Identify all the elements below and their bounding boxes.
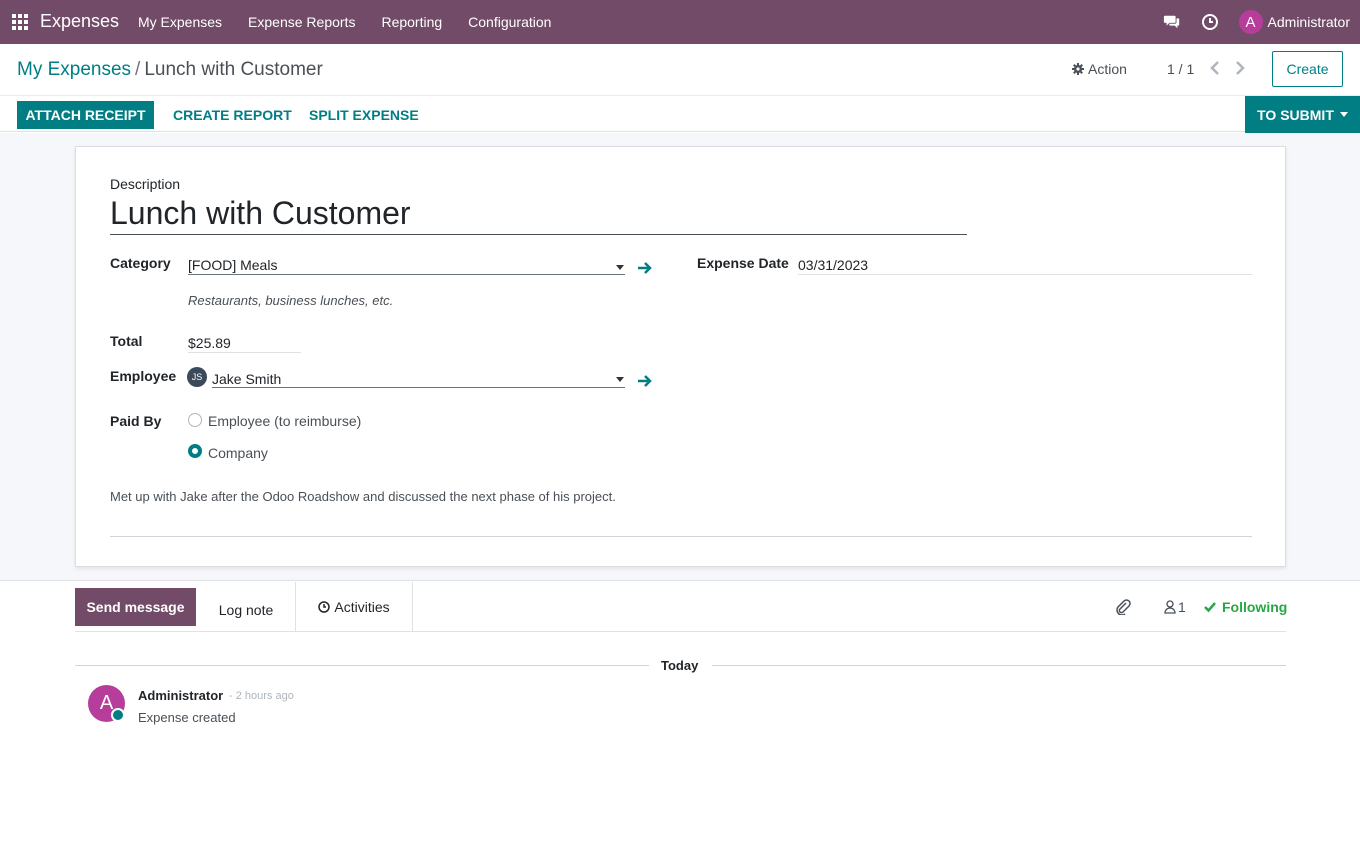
employee-label: Employee (110, 368, 177, 384)
create-report-button[interactable]: CREATE REPORT (173, 101, 292, 129)
followers-button[interactable]: 1 (1164, 599, 1186, 615)
paperclip-icon[interactable] (1115, 599, 1131, 615)
category-field[interactable] (188, 274, 625, 275)
menu-reporting[interactable]: Reporting (381, 14, 442, 30)
caret-down-icon (1339, 112, 1348, 117)
separator-line-right (712, 665, 1286, 666)
check-icon (1204, 602, 1216, 613)
online-status-dot (111, 708, 125, 722)
followers-count: 1 (1178, 599, 1186, 615)
status-label: TO SUBMIT (1257, 106, 1334, 123)
employee-avatar: JS (187, 367, 207, 387)
top-navbar: Expenses My Expenses Expense Reports Rep… (0, 0, 1360, 44)
user-avatar[interactable]: A (1238, 10, 1263, 34)
breadcrumb-separator: / (135, 59, 141, 80)
category-value[interactable]: [FOOD] Meals (188, 257, 277, 273)
employee-dropdown-caret[interactable] (616, 377, 624, 382)
menu-expense-reports[interactable]: Expense Reports (248, 14, 355, 30)
menu-my-expenses[interactable]: My Expenses (138, 14, 222, 30)
category-open-arrow-icon[interactable] (637, 260, 653, 276)
status-bar: ATTACH RECEIPT CREATE REPORT SPLIT EXPEN… (0, 95, 1360, 133)
date-separator: Today (75, 656, 1286, 676)
total-field[interactable] (188, 352, 301, 353)
expense-date-field[interactable] (798, 274, 1252, 275)
pager-value[interactable]: 1 / 1 (1167, 61, 1194, 77)
message-author[interactable]: Administrator (138, 688, 223, 703)
total-value[interactable]: $25.89 (188, 335, 231, 351)
description-label: Description (110, 176, 181, 192)
category-help-text: Restaurants, business lunches, etc. (188, 293, 394, 308)
chatter-toolbar: Send message Log note Activities 1 Follo… (75, 582, 1287, 632)
activities-label: Activities (334, 599, 390, 615)
following-button[interactable]: Following (1204, 599, 1287, 615)
apps-menu-icon[interactable] (12, 14, 28, 30)
message-timestamp: - 2 hours ago (229, 690, 294, 702)
person-icon (1164, 600, 1176, 614)
send-message-button[interactable]: Send message (75, 588, 196, 626)
form-background: Description Lunch with Customer Category… (0, 133, 1360, 581)
user-menu[interactable]: Administrator (1268, 14, 1350, 30)
total-label: Total (110, 333, 143, 349)
paid-by-label: Paid By (110, 413, 162, 429)
chat-icon[interactable] (1163, 13, 1181, 31)
employee-value[interactable]: Jake Smith (212, 371, 281, 387)
category-label: Category (110, 255, 171, 271)
breadcrumb: My Expenses / Lunch with Customer (17, 59, 323, 81)
action-label: Action (1088, 61, 1127, 77)
navbar-right: A Administrator (1163, 0, 1360, 44)
split-expense-button[interactable]: SPLIT EXPENSE (309, 101, 419, 129)
clock-icon[interactable] (1201, 13, 1219, 31)
separator-line-left (75, 665, 649, 666)
paid-by-employee-radio[interactable] (188, 413, 202, 427)
message-body: Expense created (138, 710, 236, 725)
create-button[interactable]: Create (1272, 51, 1343, 87)
activities-button[interactable]: Activities (295, 582, 413, 632)
chevron-left-icon[interactable] (1208, 60, 1222, 76)
status-dropdown-button[interactable]: TO SUBMIT (1245, 96, 1360, 133)
description-input[interactable]: Lunch with Customer (110, 195, 967, 235)
notes-text[interactable]: Met up with Jake after the Odoo Roadshow… (110, 489, 616, 504)
gear-icon (1072, 63, 1084, 75)
breadcrumb-my-expenses[interactable]: My Expenses (17, 59, 131, 80)
menu-configuration[interactable]: Configuration (468, 14, 551, 30)
employee-open-arrow-icon[interactable] (637, 373, 653, 389)
paid-by-company-radio[interactable] (188, 444, 202, 458)
notes-divider (110, 536, 1252, 537)
form-sheet: Description Lunch with Customer Category… (75, 146, 1286, 567)
date-separator-label: Today (661, 658, 699, 673)
action-button[interactable]: Action (1072, 61, 1127, 77)
chevron-right-icon[interactable] (1233, 60, 1247, 76)
category-dropdown-caret[interactable] (616, 265, 624, 270)
clock-icon (318, 601, 331, 613)
following-label: Following (1222, 599, 1288, 615)
log-note-button[interactable]: Log note (197, 588, 295, 632)
app-brand[interactable]: Expenses (40, 11, 119, 32)
employee-field[interactable] (212, 387, 625, 388)
attach-receipt-button[interactable]: ATTACH RECEIPT (17, 101, 154, 129)
main-menu: My Expenses Expense Reports Reporting Co… (138, 0, 577, 44)
paid-by-employee-label[interactable]: Employee (to reimburse) (208, 413, 361, 429)
paid-by-company-label[interactable]: Company (208, 445, 268, 461)
expense-date-value[interactable]: 03/31/2023 (798, 257, 868, 273)
control-panel: My Expenses / Lunch with Customer Action 1… (0, 44, 1360, 133)
breadcrumb-current: Lunch with Customer (144, 59, 323, 80)
expense-date-label: Expense Date (697, 255, 789, 271)
